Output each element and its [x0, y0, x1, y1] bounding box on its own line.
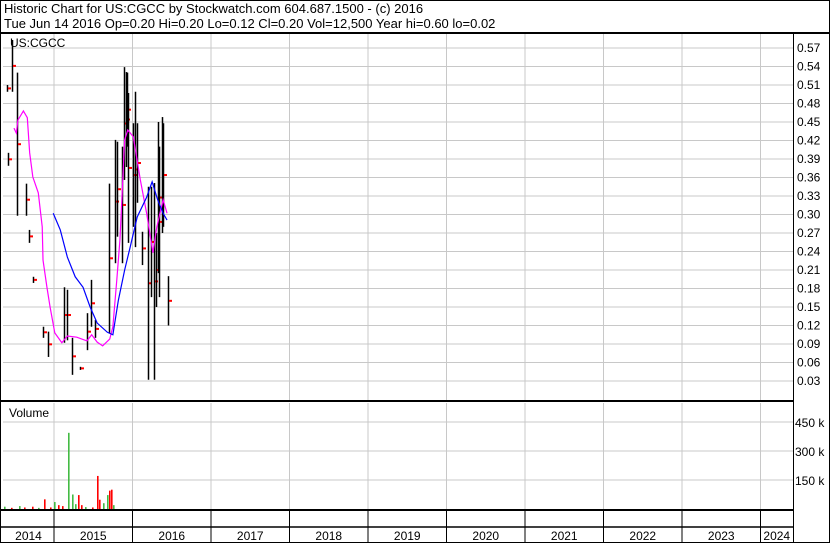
volume-bar	[19, 506, 21, 509]
price-tick-label: 0.15	[797, 300, 821, 314]
volume-bar	[68, 432, 70, 509]
volume-bar	[54, 502, 56, 509]
close-tick	[129, 166, 132, 169]
price-tick-label: 0.18	[797, 282, 821, 296]
close-tick	[13, 64, 16, 67]
year-label: 2020	[472, 529, 499, 543]
volume-axis: 150 k 300 k 450 k	[795, 416, 825, 488]
price-axis: 0.03 0.06 0.09 0.12 0.15 0.18 0.21 0.24 0.27 0.30…	[797, 41, 821, 388]
volume-bar	[4, 506, 6, 509]
close-tick	[8, 87, 11, 90]
price-tick-label: 0.42	[797, 134, 821, 148]
volume-bar	[32, 506, 34, 509]
volume-bar	[107, 495, 109, 509]
close-tick	[9, 158, 12, 161]
symbol-label: US:CGCC	[10, 36, 66, 50]
year-label: 2019	[394, 529, 421, 543]
volume-bars	[4, 432, 115, 509]
volume-bar	[38, 507, 40, 509]
close-tick	[18, 143, 21, 146]
close-tick	[169, 299, 172, 302]
close-tick	[30, 235, 33, 238]
price-tick-label: 0.57	[797, 41, 821, 55]
year-label: 2017	[237, 529, 264, 543]
moving-average-short	[13, 109, 168, 347]
year-label: 2021	[551, 529, 578, 543]
close-tick	[118, 188, 121, 191]
volume-bar	[97, 475, 99, 509]
price-tick-label: 0.09	[797, 337, 821, 351]
volume-bar	[113, 505, 115, 509]
close-tick	[88, 330, 91, 333]
year-label: 2022	[629, 529, 656, 543]
close-tick	[81, 367, 84, 370]
price-tick-label: 0.03	[797, 374, 821, 388]
close-tick	[138, 162, 141, 165]
price-tick-label: 0.24	[797, 245, 821, 259]
close-tick	[49, 343, 52, 346]
price-tick-label: 0.48	[797, 97, 821, 111]
close-tick	[164, 174, 167, 177]
close-tick	[143, 247, 146, 250]
year-label: 2018	[315, 529, 342, 543]
year-label: 2023	[708, 529, 735, 543]
volume-bar	[50, 507, 52, 509]
price-bars	[6, 39, 172, 380]
volume-bar	[92, 507, 94, 509]
volume-bar	[103, 503, 105, 509]
close-tick	[27, 198, 30, 201]
close-tick	[110, 257, 113, 260]
year-label: 2024	[763, 529, 790, 543]
volume-bar	[62, 506, 64, 509]
close-tick	[92, 302, 95, 305]
volume-bar	[109, 490, 111, 509]
volume-bar	[99, 499, 101, 509]
close-tick	[123, 203, 126, 206]
price-tick-label: 0.36	[797, 171, 821, 185]
year-label: 2016	[158, 529, 185, 543]
volume-bar	[78, 495, 80, 509]
price-tick-label: 0.45	[797, 115, 821, 129]
price-tick-label: 0.39	[797, 152, 821, 166]
volume-tick-label: 300 k	[795, 445, 825, 459]
price-tick-label: 0.33	[797, 189, 821, 203]
volume-bar	[111, 489, 113, 509]
close-tick	[68, 314, 71, 317]
volume-bar	[75, 504, 77, 509]
year-label: 2014	[15, 529, 42, 543]
volume-bar	[24, 507, 26, 509]
price-tick-label: 0.06	[797, 356, 821, 370]
volume-label: Volume	[9, 406, 49, 420]
volume-tick-label: 150 k	[795, 474, 825, 488]
price-tick-label: 0.12	[797, 319, 821, 333]
historic-chart: 0.03 0.06 0.09 0.12 0.15 0.18 0.21 0.24 0.27 0.30…	[0, 0, 830, 543]
volume-bar	[81, 505, 83, 509]
price-tick-label: 0.21	[797, 263, 821, 277]
price-tick-label: 0.54	[797, 60, 821, 74]
year-label: 2015	[80, 529, 107, 543]
close-tick	[44, 331, 47, 334]
volume-bar	[85, 507, 87, 509]
volume-bar	[11, 507, 13, 509]
price-tick-label: 0.30	[797, 208, 821, 222]
volume-bar	[44, 499, 46, 509]
volume-bar	[58, 505, 60, 509]
year-axis: 2014 2015 2016 2017 2018 2019 2020 2021 2022 2023…	[15, 529, 790, 543]
close-tick	[73, 355, 76, 358]
volume-tick-label: 450 k	[795, 416, 825, 430]
close-tick	[34, 278, 37, 281]
close-tick	[96, 327, 99, 330]
price-tick-label: 0.51	[797, 78, 821, 92]
price-tick-label: 0.27	[797, 226, 821, 240]
volume-bar	[72, 494, 74, 509]
